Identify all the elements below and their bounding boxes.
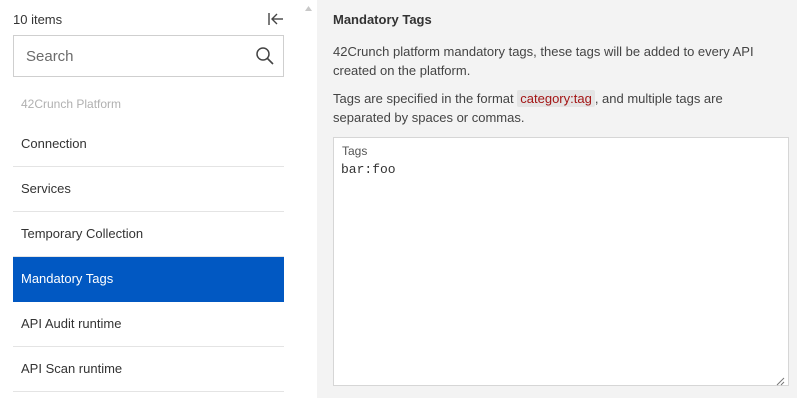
sidebar-item-mandatory-tags[interactable]: Mandatory Tags [13,257,284,302]
search-input[interactable] [14,36,244,76]
sidebar-item-temporary-collection[interactable]: Temporary Collection [13,212,284,257]
search-icon[interactable] [255,46,275,66]
sidebar-item-services[interactable]: Services [13,167,284,212]
settings-sidebar: 10 items 42Crunch Platform Connection Se… [0,0,298,398]
sidebar-item-connection[interactable]: Connection [13,122,284,167]
sidebar-item-api-scan-runtime[interactable]: API Scan runtime [13,347,284,392]
tags-label: Tags [342,144,368,158]
item-count: 10 items [13,12,63,27]
search-box [13,35,284,77]
tags-textarea[interactable]: bar:foo [341,162,781,372]
description-text: 42Crunch platform mandatory tags, these … [333,44,754,78]
group-label: 42Crunch Platform [21,97,122,111]
collapse-left-icon[interactable] [267,11,285,27]
format-code: category:tag [517,90,595,107]
settings-detail-panel: Mandatory Tags 42Crunch platform mandato… [317,0,797,398]
scroll-up-arrow-icon[interactable] [304,0,313,11]
format-help-prefix: Tags are specified in the format [333,91,518,106]
tags-field: Tags bar:foo [333,137,789,386]
resize-grip-icon[interactable] [776,373,785,386]
page-title: Mandatory Tags [333,12,432,27]
settings-nav: Connection Services Temporary Collection… [13,122,284,392]
format-help-text: Tags are specified in the format categor… [333,89,783,127]
sidebar-item-api-audit-runtime[interactable]: API Audit runtime [13,302,284,347]
